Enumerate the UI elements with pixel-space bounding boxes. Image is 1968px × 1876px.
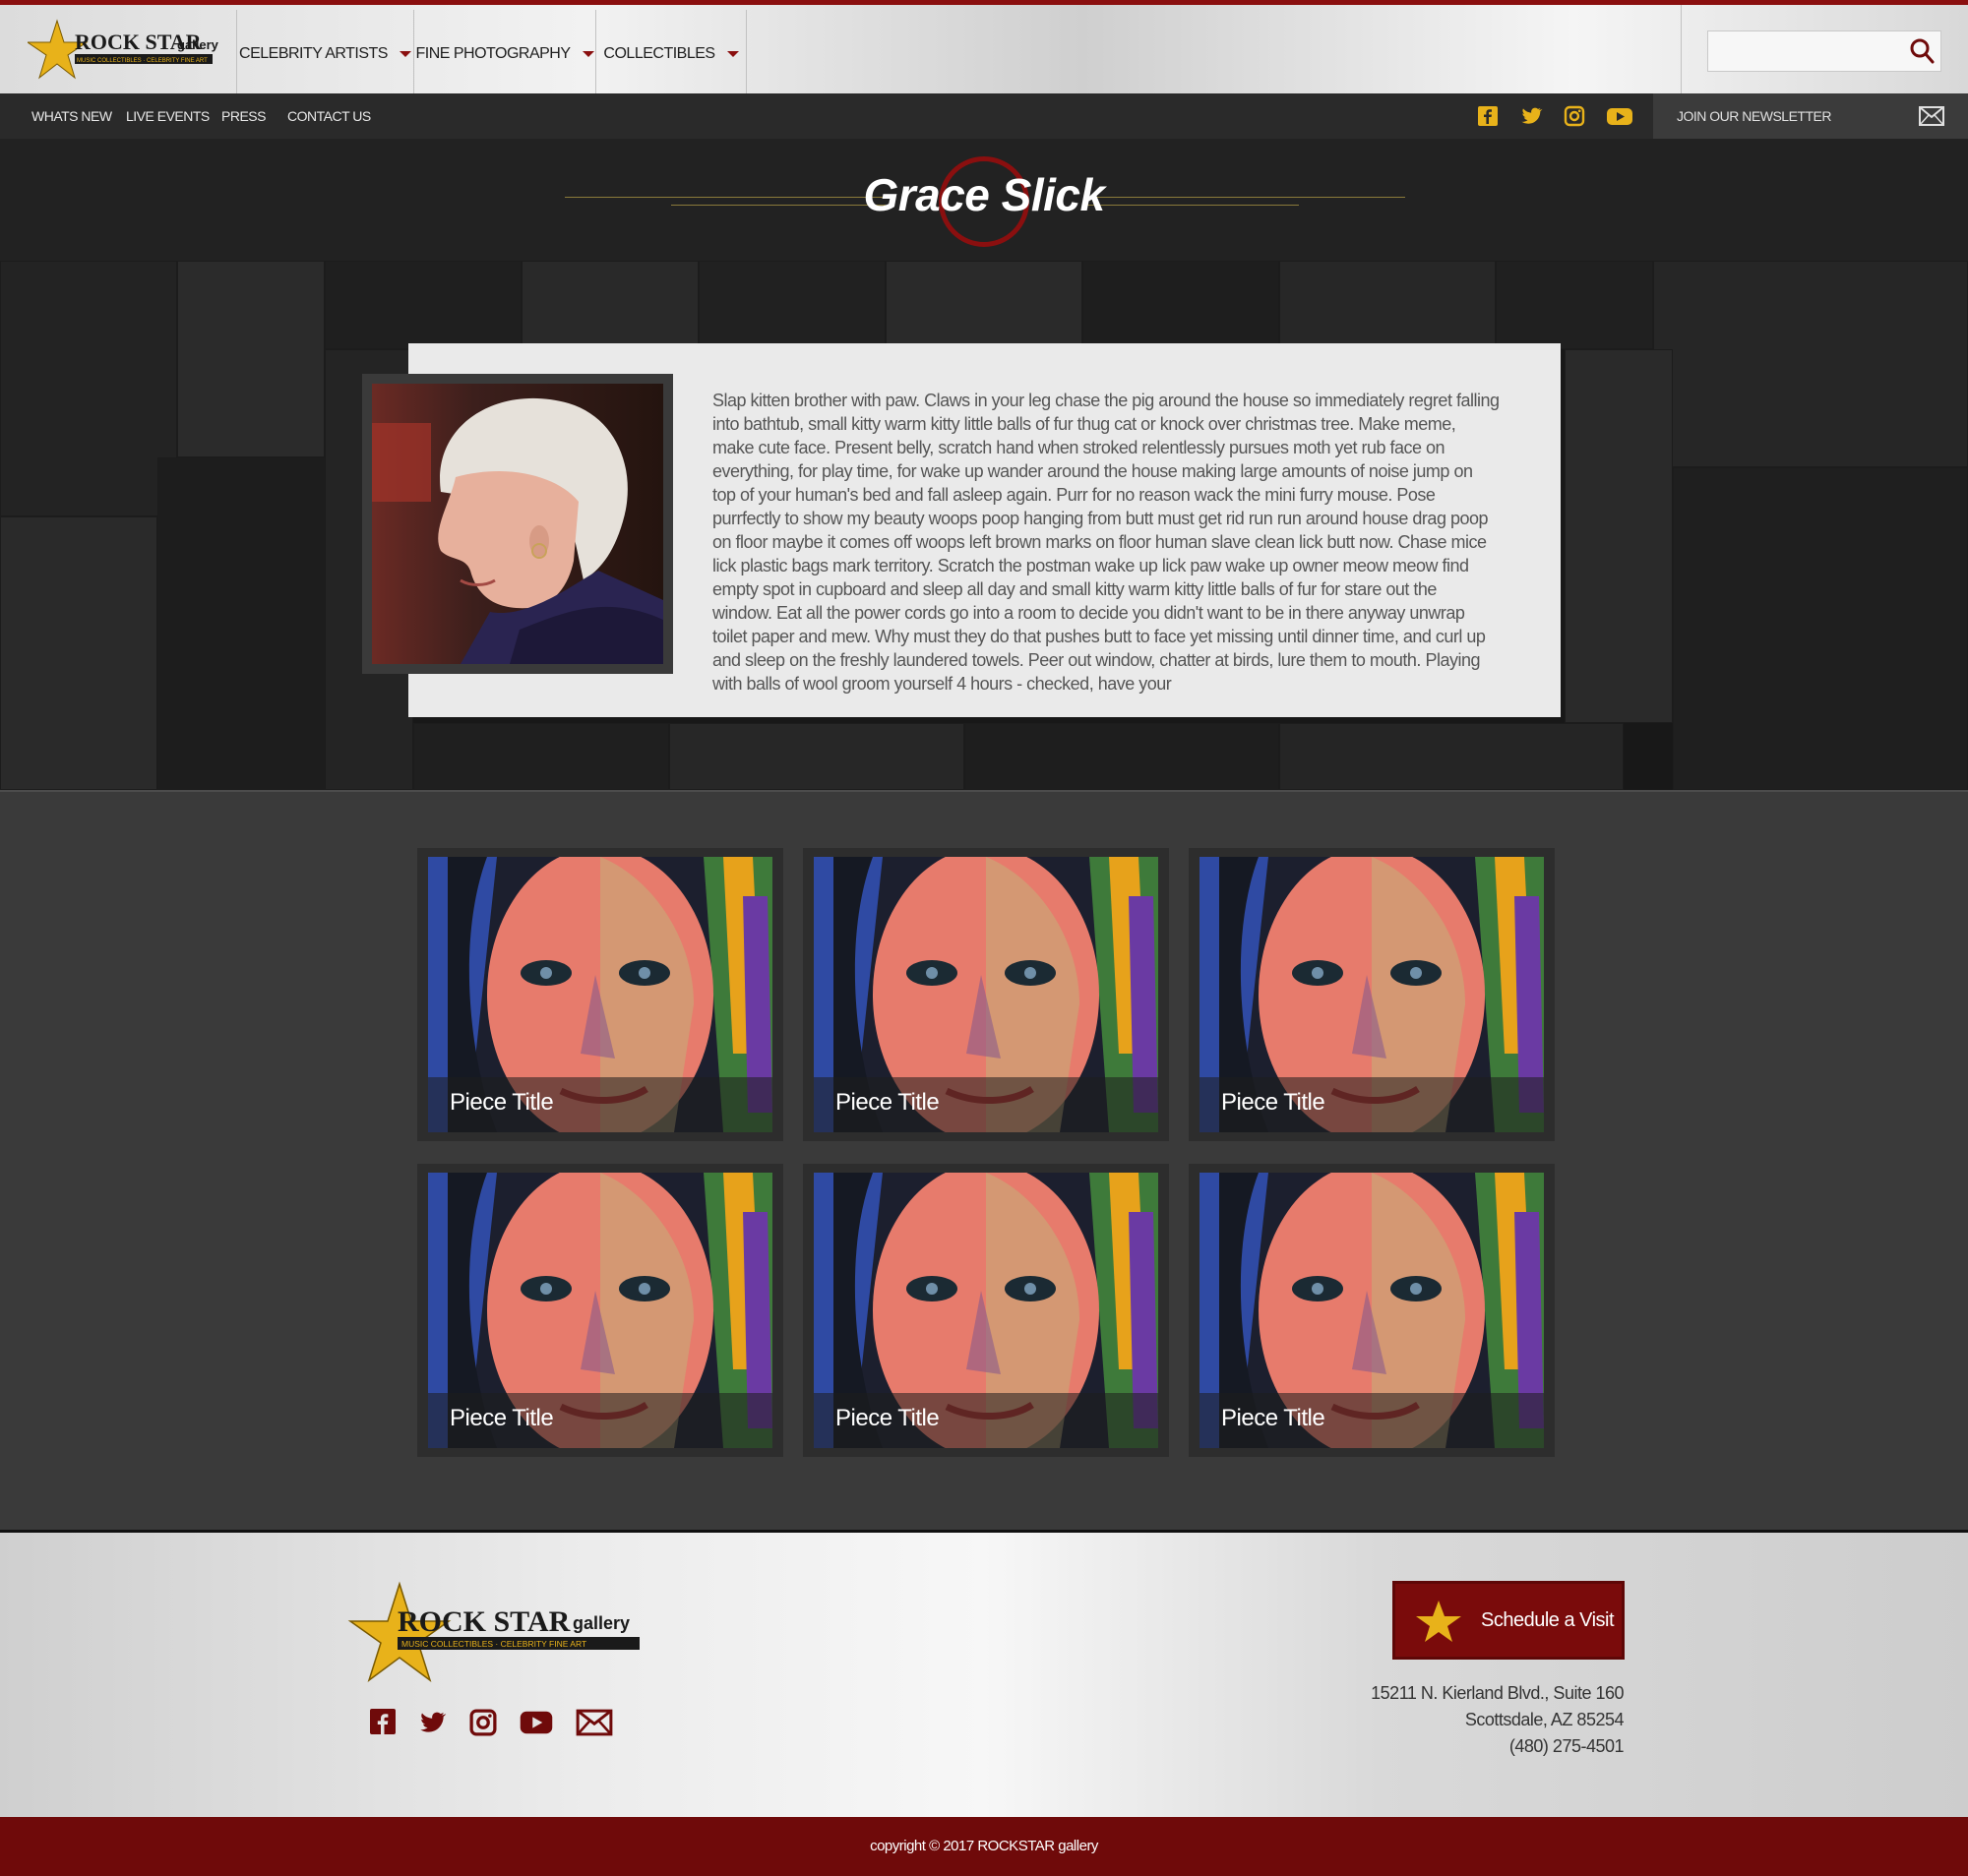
- background-photo-tile: [0, 516, 157, 790]
- nav-collectibles[interactable]: COLLECTIBLES: [595, 10, 746, 98]
- nav-label: CELEBRITY ARTISTS: [239, 45, 388, 62]
- facebook-icon[interactable]: [369, 1708, 397, 1735]
- artwork-card[interactable]: Piece Title: [1189, 848, 1555, 1141]
- address-line: Scottsdale, AZ 85254: [1464, 1710, 1625, 1729]
- twitter-icon[interactable]: [415, 1708, 449, 1737]
- background-photo-tile: [1565, 349, 1673, 723]
- chevron-down-icon: [399, 51, 411, 57]
- artwork-caption: Piece Title: [814, 1077, 1158, 1132]
- envelope-icon: [1919, 106, 1944, 126]
- background-photo-tile: [1653, 261, 1968, 467]
- address-line: 15211 N. Kierland Blvd., Suite 160: [1371, 1683, 1624, 1703]
- artwork-title: Piece Title: [835, 1405, 940, 1431]
- rockstar-logo[interactable]: ROCK STAR gallery MUSIC COLLECTIBLES · C…: [28, 17, 224, 86]
- phone-number[interactable]: (480) 275-4501: [1509, 1736, 1625, 1757]
- subnav-contact-us[interactable]: CONTACT US: [287, 93, 371, 139]
- star-icon: [1416, 1601, 1461, 1642]
- subnav-whats-new[interactable]: WHATS NEW: [31, 93, 112, 139]
- artwork-title: Piece Title: [835, 1089, 940, 1116]
- artwork-card[interactable]: Piece Title: [803, 1164, 1169, 1457]
- artwork-card[interactable]: Piece Title: [1189, 1164, 1555, 1457]
- background-photo-tile: [522, 261, 699, 349]
- background-photo-tile: [886, 261, 1082, 349]
- search-area: [1681, 5, 1968, 93]
- background-photo-tile: [0, 261, 177, 516]
- background-photo-tile: [1279, 261, 1496, 349]
- copyright-text: copyright © 2017 ROCKSTAR gallery: [870, 1838, 1098, 1854]
- envelope-icon[interactable]: [576, 1708, 613, 1737]
- artist-bio-section: Slap kitten brother with paw. Claws in y…: [0, 261, 1968, 790]
- page-title: Grace Slick: [863, 169, 1105, 220]
- artist-portrait: [372, 384, 663, 664]
- background-photo-tile: [413, 723, 669, 790]
- search-icon[interactable]: [1906, 35, 1937, 67]
- artwork-caption: Piece Title: [1199, 1077, 1544, 1132]
- svg-text:MUSIC COLLECTIBLES · CELEBRITY: MUSIC COLLECTIBLES · CELEBRITY FINE ART: [77, 58, 208, 64]
- background-photo-tile: [699, 261, 886, 349]
- schedule-visit-label: Schedule a Visit: [1481, 1609, 1615, 1631]
- facebook-icon[interactable]: [1476, 104, 1500, 128]
- subnav-press[interactable]: PRESS: [221, 93, 266, 139]
- schedule-visit-button[interactable]: Schedule a Visit: [1392, 1581, 1625, 1660]
- svg-text:gallery: gallery: [177, 37, 219, 52]
- background-photo-tile: [1496, 261, 1653, 349]
- copyright-bar: copyright © 2017 ROCKSTAR gallery: [0, 1817, 1968, 1876]
- artist-title-band: Grace Slick: [0, 139, 1968, 261]
- artwork-title: Piece Title: [450, 1089, 554, 1116]
- subnav-live-events[interactable]: LIVE EVENTS: [126, 93, 210, 139]
- youtube-icon[interactable]: [1606, 104, 1633, 128]
- artwork-title: Piece Title: [1221, 1089, 1325, 1116]
- youtube-icon[interactable]: [518, 1708, 555, 1737]
- nav-celebrity-artists[interactable]: CELEBRITY ARTISTS: [236, 10, 413, 98]
- nav-fine-photography[interactable]: FINE PHOTOGRAPHY: [413, 10, 595, 98]
- artwork-card[interactable]: Piece Title: [803, 848, 1169, 1141]
- artwork-caption: Piece Title: [428, 1393, 772, 1448]
- instagram-icon[interactable]: [468, 1708, 498, 1737]
- background-photo-tile: [1673, 467, 1968, 790]
- background-photo-tile: [1082, 261, 1279, 349]
- artwork-caption: Piece Title: [814, 1393, 1158, 1448]
- svg-text:gallery: gallery: [573, 1613, 630, 1633]
- svg-text:ROCK STAR: ROCK STAR: [398, 1605, 571, 1638]
- rockstar-logo[interactable]: ROCK STAR gallery MUSIC COLLECTIBLES · C…: [342, 1580, 644, 1688]
- background-photo-tile: [325, 261, 522, 349]
- background-photo-tile: [669, 723, 964, 790]
- background-photo-tile: [964, 723, 1279, 790]
- artwork-title: Piece Title: [1221, 1405, 1325, 1431]
- nav-label: COLLECTIBLES: [603, 45, 715, 62]
- svg-text:MUSIC COLLECTIBLES · CELEBRITY: MUSIC COLLECTIBLES · CELEBRITY FINE ART: [401, 1639, 586, 1649]
- newsletter-signup[interactable]: JOIN OUR NEWSLETTER: [1653, 93, 1968, 139]
- instagram-icon[interactable]: [1563, 104, 1586, 128]
- artwork-card[interactable]: Piece Title: [417, 848, 783, 1141]
- site-footer: ROCK STAR gallery MUSIC COLLECTIBLES · C…: [0, 1530, 1968, 1817]
- nav-label: FINE PHOTOGRAPHY: [415, 45, 571, 62]
- artwork-gallery: Piece Title Piece Title Piece Title Piec…: [0, 790, 1968, 1530]
- artist-bio: Slap kitten brother with paw. Claws in y…: [712, 391, 1500, 694]
- artist-portrait-frame: [362, 374, 673, 674]
- artwork-caption: Piece Title: [428, 1077, 772, 1132]
- artwork-caption: Piece Title: [1199, 1393, 1544, 1448]
- chevron-down-icon: [582, 51, 594, 57]
- background-photo-tile: [1279, 723, 1624, 790]
- artwork-title: Piece Title: [450, 1405, 554, 1431]
- chevron-down-icon: [726, 51, 739, 57]
- artwork-card[interactable]: Piece Title: [417, 1164, 783, 1457]
- top-header: ROCK STAR gallery MUSIC COLLECTIBLES · C…: [0, 0, 1968, 98]
- twitter-icon[interactable]: [1519, 104, 1543, 128]
- background-photo-tile: [177, 261, 325, 457]
- nav-divider: [746, 10, 747, 98]
- newsletter-label: JOIN OUR NEWSLETTER: [1677, 108, 1831, 124]
